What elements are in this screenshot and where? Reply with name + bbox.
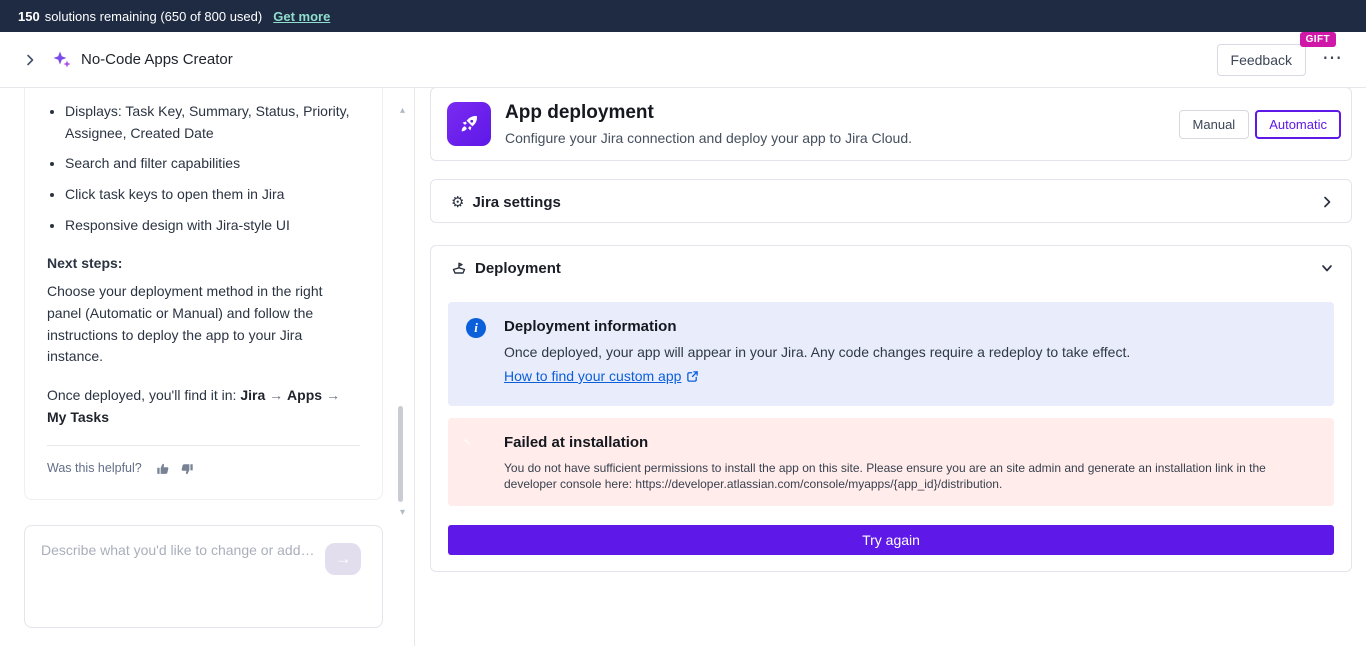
try-again-button[interactable]: Try again	[448, 525, 1334, 555]
thumbs-down-button[interactable]	[180, 462, 194, 476]
send-arrow-icon: →	[335, 549, 352, 569]
jira-settings-label: Jira settings	[472, 194, 560, 211]
info-banner-body: Once deployed, your app will appear in y…	[504, 344, 1318, 360]
custom-app-help-link[interactable]: How to find your custom app	[504, 368, 681, 384]
chat-input[interactable]	[39, 541, 324, 559]
scroll-down-icon[interactable]: ▾	[400, 508, 405, 518]
solutions-banner: 150 solutions remaining (650 of 800 used…	[0, 0, 1366, 32]
solutions-count: 150	[18, 9, 40, 24]
feedback-row: Was this helpful?	[47, 445, 360, 478]
error-icon: !	[466, 434, 470, 452]
more-options-button[interactable]: ⋯	[1322, 45, 1350, 74]
next-steps-paragraph: Choose your deployment method in the rig…	[47, 281, 360, 368]
app-header: No-Code Apps Creator Feedback GIFT ⋯	[0, 32, 1366, 88]
info-banner: i Deployment information Once deployed, …	[448, 302, 1334, 406]
helpful-label: Was this helpful?	[47, 459, 142, 478]
error-banner-title: Failed at installation	[504, 434, 1318, 451]
next-steps-heading: Next steps:	[47, 253, 360, 275]
list-item: Displays: Task Key, Summary, Status, Pri…	[65, 101, 360, 144]
list-item: Responsive design with Jira-style UI	[65, 215, 360, 237]
feedback-label: Feedback	[1231, 52, 1292, 68]
get-more-link[interactable]: Get more	[273, 9, 330, 24]
list-item: Search and filter capabilities	[65, 153, 360, 175]
deployment-label: Deployment	[475, 260, 561, 277]
error-banner-body: You do not have sufficient permissions t…	[504, 460, 1279, 492]
deployment-header[interactable]: Deployment	[431, 246, 1351, 290]
breadcrumb-jira: Jira	[240, 387, 265, 403]
panel-subtitle: Configure your Jira connection and deplo…	[505, 130, 912, 146]
arrow-separator: →	[269, 387, 283, 403]
gear-icon: ⚙	[451, 195, 464, 210]
deployed-location-paragraph: Once deployed, you'll find it in: Jira →…	[47, 385, 360, 428]
info-icon: i	[466, 318, 486, 338]
list-item: Click task keys to open them in Jira	[65, 184, 360, 206]
info-glyph: i	[474, 320, 478, 336]
deploy-ship-icon	[451, 260, 467, 276]
panel-title: App deployment	[505, 102, 912, 124]
jira-settings-card: ⚙ Jira settings	[430, 179, 1352, 223]
chevron-down-icon[interactable]	[1319, 260, 1335, 276]
arrow-separator: →	[326, 387, 340, 403]
gift-badge: GIFT	[1300, 32, 1336, 47]
automatic-mode-button[interactable]: Automatic	[1255, 110, 1341, 139]
chevron-right-icon	[22, 52, 38, 68]
chat-sidebar: Displays: Task Key, Summary, Status, Pri…	[0, 88, 415, 646]
breadcrumb-my-tasks: My Tasks	[47, 409, 109, 425]
solutions-message: solutions remaining (650 of 800 used)	[45, 9, 263, 24]
jira-settings-header[interactable]: ⚙ Jira settings	[431, 180, 1351, 224]
info-banner-title: Deployment information	[504, 318, 1318, 335]
app-deployment-header-card: App deployment Configure your Jira conne…	[430, 88, 1352, 161]
deployment-card: Deployment i Deployment information Once…	[430, 245, 1352, 572]
deployment-panel: App deployment Configure your Jira conne…	[416, 88, 1366, 646]
send-button[interactable]: →	[325, 543, 361, 575]
sparkle-icon	[52, 50, 72, 70]
rocket-icon	[447, 102, 491, 146]
breadcrumb-apps: Apps	[287, 387, 322, 403]
page-title: No-Code Apps Creator	[81, 51, 233, 68]
deployed-prefix: Once deployed, you'll find it in:	[47, 387, 240, 403]
assistant-message-card: Displays: Task Key, Summary, Status, Pri…	[24, 88, 383, 500]
chevron-right-icon[interactable]	[1319, 194, 1335, 210]
collapse-panel-button[interactable]	[16, 46, 44, 74]
error-banner: ! Failed at installation You do not have…	[448, 418, 1334, 506]
external-link-icon	[686, 370, 699, 383]
thumbs-up-button[interactable]	[156, 462, 170, 476]
scroll-up-icon[interactable]: ▴	[400, 106, 405, 116]
feedback-button[interactable]: Feedback GIFT	[1217, 44, 1306, 76]
manual-mode-button[interactable]: Manual	[1179, 110, 1250, 139]
scrollbar-thumb[interactable]	[398, 406, 403, 502]
deployment-mode-toggle: Manual Automatic	[1179, 110, 1341, 139]
chat-composer: →	[24, 525, 383, 628]
error-glyph: !	[462, 436, 474, 448]
feature-list: Displays: Task Key, Summary, Status, Pri…	[47, 101, 360, 236]
